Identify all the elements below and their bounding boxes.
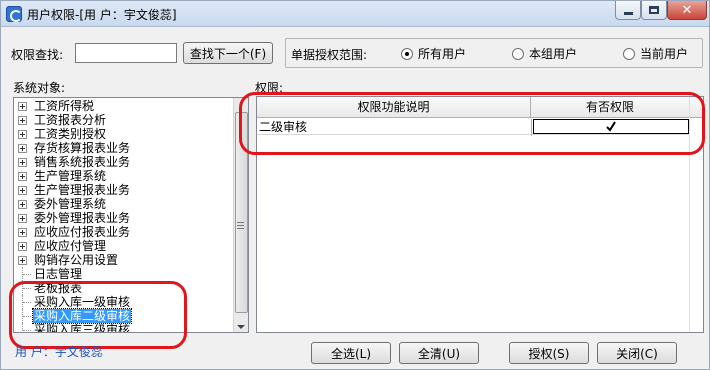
expand-icon[interactable] (18, 116, 27, 125)
expand-icon[interactable] (18, 200, 27, 209)
tree-item-label: 采购入库二级审核 (31, 308, 133, 324)
tree-connector-icon (22, 267, 32, 281)
app-icon (6, 6, 22, 22)
tree-item-label: 购销存公用设置 (34, 253, 119, 267)
checkmark-icon[interactable] (606, 121, 616, 132)
permission-description-cell: 二级审核 (259, 120, 308, 134)
radio-indicator (401, 47, 413, 60)
scope-current-user-radio[interactable]: 当前用户 (623, 45, 688, 62)
tree-item[interactable]: 日志管理 (14, 267, 234, 281)
minimize-button[interactable] (615, 1, 641, 20)
tree-item[interactable]: 购销存公用设置 (14, 253, 234, 267)
clear-all-button[interactable]: 全清(U) (399, 342, 479, 364)
current-user-status: 用 户：宇文俊蕊 (15, 345, 103, 359)
expand-icon[interactable] (18, 186, 27, 195)
table-row[interactable]: 二级审核 (257, 119, 689, 135)
radio-indicator (623, 47, 635, 60)
expand-icon[interactable] (18, 172, 27, 181)
grant-button[interactable]: 授权(S) (509, 342, 589, 364)
scrollbar-grip-icon (237, 222, 244, 229)
expand-icon[interactable] (18, 256, 27, 265)
radio-label: 所有用户 (418, 47, 467, 61)
tree-item[interactable]: 生产管理报表业务 (14, 183, 234, 197)
tree-item-label: 工资所得税 (34, 99, 95, 113)
tree-item[interactable]: 委外管理报表业务 (14, 211, 234, 225)
tree-item-label: 日志管理 (34, 267, 83, 281)
close-window-button[interactable]: ✕ (667, 1, 707, 20)
tree-item[interactable]: 老板报表 (14, 281, 234, 295)
search-label: 权限查找: (11, 48, 64, 62)
tree-item[interactable]: 应收应付管理 (14, 239, 234, 253)
tree-item-label: 工资报表分析 (34, 113, 107, 127)
expand-icon[interactable] (18, 158, 27, 167)
tree-item[interactable]: 采购入库二级审核 (14, 308, 234, 324)
tree-item[interactable]: 采购入库三级审核 (14, 323, 234, 333)
scope-group-users-radio[interactable]: 本组用户 (512, 45, 577, 62)
grid-edge (689, 97, 690, 332)
expand-icon[interactable] (18, 214, 27, 223)
tree-item-label: 委外管理系统 (34, 197, 107, 211)
permissions-label: 权限: (255, 81, 284, 95)
window-title: 用户权限-[用 户：宇文俊蕊] (27, 8, 177, 22)
tree-item-label: 销售系统报表业务 (34, 155, 131, 169)
expand-icon[interactable] (18, 242, 27, 251)
tree-connector-icon (22, 295, 32, 309)
tree-item-label: 生产管理报表业务 (34, 183, 131, 197)
tree-item-label: 应收应付管理 (34, 239, 107, 253)
maximize-button[interactable] (641, 1, 667, 20)
expand-icon[interactable] (18, 130, 27, 139)
minimize-icon (623, 11, 633, 15)
tree-item[interactable]: 生产管理系统 (14, 169, 234, 183)
tree-item-label: 生产管理系统 (34, 169, 107, 183)
scroll-down-icon[interactable] (237, 325, 245, 329)
column-divider (531, 119, 532, 136)
select-all-button[interactable]: 全选(L) (311, 342, 391, 364)
tree-item[interactable]: 应收应付报表业务 (14, 225, 234, 239)
close-icon: ✕ (681, 2, 693, 18)
system-objects-label: 系统对象: (13, 81, 66, 95)
title-bar[interactable]: 用户权限-[用 户：宇文俊蕊] ✕ (1, 1, 709, 27)
radio-label: 本组用户 (529, 47, 578, 61)
tree-item-label: 采购入库三级审核 (34, 323, 131, 333)
permissions-grid[interactable]: 权限功能说明 有否权限 二级审核 (256, 96, 704, 333)
find-next-button[interactable]: 查找下一个(F) (183, 42, 273, 64)
expand-icon[interactable] (18, 102, 27, 111)
grid-header: 权限功能说明 有否权限 (257, 97, 703, 118)
expand-icon[interactable] (18, 228, 27, 237)
search-input[interactable] (75, 43, 177, 63)
tree-list: 工资所得税 工资报表分析 工资类别授权 存货核算报表业务 销售系统报表业务 生产管理系统生… (14, 99, 234, 333)
radio-label: 当前用户 (640, 47, 689, 61)
expand-icon[interactable] (18, 144, 27, 153)
scrollbar-thumb[interactable] (235, 112, 248, 313)
close-button[interactable]: 关闭(C) (597, 342, 677, 364)
user-permission-window: 用户权限-[用 户：宇文俊蕊] ✕ 权限查找: 查找下一个(F) 单据授权范围:… (0, 0, 710, 370)
tree-scrollbar[interactable] (233, 98, 248, 332)
tree-connector-icon (22, 309, 32, 323)
tree-item[interactable]: 工资类别授权 (14, 127, 234, 141)
tree-item[interactable]: 工资报表分析 (14, 113, 234, 127)
tree-item-label: 老板报表 (34, 281, 83, 295)
tree-item[interactable]: 存货核算报表业务 (14, 141, 234, 155)
tree-item[interactable]: 销售系统报表业务 (14, 155, 234, 169)
column-header-granted[interactable]: 有否权限 (531, 97, 689, 118)
system-object-tree[interactable]: 工资所得税 工资报表分析 工资类别授权 存货核算报表业务 销售系统报表业务 生产管理系统生… (13, 97, 249, 333)
tree-item-label: 工资类别授权 (34, 127, 107, 141)
radio-indicator (512, 47, 524, 60)
column-header-description[interactable]: 权限功能说明 (257, 97, 531, 118)
tree-item[interactable]: 采购入库一级审核 (14, 295, 234, 309)
tree-item[interactable]: 委外管理系统 (14, 197, 234, 211)
tree-connector-icon (22, 281, 32, 295)
tree-item-label: 存货核算报表业务 (34, 141, 131, 155)
tree-item-label: 委外管理报表业务 (34, 211, 131, 225)
maximize-icon (649, 6, 659, 14)
tree-item[interactable]: 工资所得税 (14, 99, 234, 113)
scope-label: 单据授权范围: (291, 48, 368, 62)
scope-all-users-radio[interactable]: 所有用户 (401, 45, 466, 62)
tree-item-label: 采购入库一级审核 (34, 295, 131, 309)
permission-granted-cell[interactable] (533, 119, 689, 134)
tree-connector-icon (22, 323, 32, 332)
tree-item-label: 应收应付报表业务 (34, 225, 131, 239)
